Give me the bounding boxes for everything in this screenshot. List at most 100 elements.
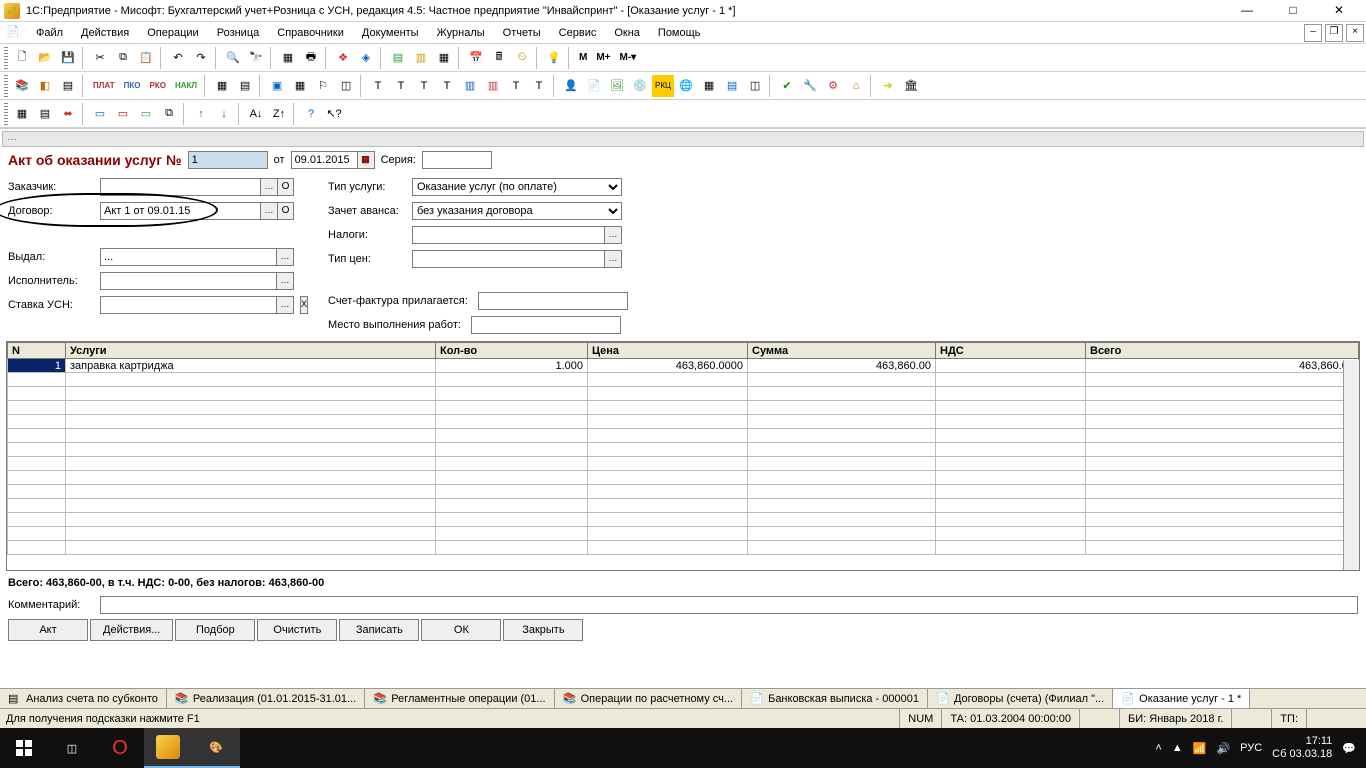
check-icon[interactable]: ✔ [776,75,798,97]
pick-icon[interactable]: … [260,178,278,196]
chevron-up-icon[interactable]: ˄ [1155,742,1161,754]
write-button[interactable]: Записать [339,619,419,641]
lamp-icon[interactable]: 💡 [543,47,565,69]
menu-service[interactable]: Сервис [551,25,605,41]
tool-icon[interactable]: ▤ [234,75,256,97]
lbl-icon[interactable]: ПКО [120,75,145,97]
sortasc-icon[interactable]: A↓ [245,103,267,125]
tab-okazanie[interactable]: 📄Оказание услуг - 1 * [1113,689,1250,708]
menu-operations[interactable]: Операции [139,25,206,41]
dogovor-input[interactable] [100,202,260,220]
wifi-icon[interactable]: 📶 [1193,742,1207,755]
clear-icon[interactable]: О [278,178,294,196]
tipuslugi-select[interactable]: Оказание услуг (по оплате) [412,178,622,196]
schet-input[interactable] [478,292,628,310]
tab-reglament[interactable]: 📚Регламентные операции (01... [365,689,554,708]
t-icon[interactable]: T [413,75,435,97]
date-picker-icon[interactable]: ▦ [357,151,375,169]
tab-analysis[interactable]: ▤Анализ счета по субконто [0,689,167,708]
mdi-minimize[interactable]: – [1304,24,1322,42]
menu-windows[interactable]: Окна [606,25,648,41]
clear-button[interactable]: Очистить [257,619,337,641]
new-icon[interactable]: 🗋 [11,47,33,69]
zakazchik-input[interactable] [100,178,260,196]
start-button[interactable] [0,728,48,768]
doc-icon[interactable]: 📄 [583,75,605,97]
cut-icon[interactable]: ✂ [89,47,111,69]
doc-number-input[interactable] [188,151,268,169]
tool-icon[interactable]: ◈ [355,47,377,69]
tab-dogovory[interactable]: 📄Договоры (счета) (Филиал "... [928,689,1113,708]
mdi-close[interactable]: × [1346,24,1364,42]
services-grid[interactable]: N Услуги Кол-во Цена Сумма НДС Всего 1 з… [6,341,1360,571]
date-input[interactable] [291,151,357,169]
1c-task-icon[interactable] [144,728,192,768]
gear-icon[interactable]: ⚙ [822,75,844,97]
pic-icon[interactable]: 🖼 [606,75,628,97]
book-icon[interactable]: 📚 [11,75,33,97]
volume-icon[interactable]: 🔊 [1216,742,1230,755]
notifications-icon[interactable]: 💬 [1342,742,1356,755]
pick-icon[interactable]: … [276,272,294,290]
col-n[interactable]: N [8,343,66,359]
x-button[interactable]: X [300,296,308,314]
disk-icon[interactable]: 💿 [629,75,651,97]
ok-button[interactable]: ОК [421,619,501,641]
col-vat[interactable]: НДС [936,343,1086,359]
tab-operations[interactable]: 📚Операции по расчетному сч... [555,689,743,708]
pick-icon[interactable]: … [604,250,622,268]
tool-icon[interactable]: ▣ [266,75,288,97]
stavka-input[interactable] [100,296,276,314]
menu-directories[interactable]: Справочники [269,25,352,41]
mplus-button[interactable]: M+ [592,47,614,69]
chart-icon[interactable]: ▥ [459,75,481,97]
maximize-button[interactable]: □ [1270,1,1316,21]
tool-icon[interactable]: ◫ [335,75,357,97]
paint-task-icon[interactable]: 🎨 [192,728,240,768]
table-row[interactable]: 1 заправка картриджа 1.000 463,860.0000 … [8,359,1359,373]
tipcen-input[interactable] [412,250,604,268]
pointer-icon[interactable]: ↖? [323,103,345,125]
person-icon[interactable]: 👤 [560,75,582,97]
menu-actions[interactable]: Действия [73,25,137,41]
print-icon[interactable]: 🖶 [300,47,322,69]
copy-icon[interactable]: ⧉ [112,47,134,69]
col-qty[interactable]: Кол-во [436,343,588,359]
up-icon[interactable]: ↑ [190,103,212,125]
arrow-icon[interactable]: ➜ [877,75,899,97]
delrow-icon[interactable]: ▭ [112,103,134,125]
clock-icon[interactable]: ⏲ [511,47,533,69]
tool-icon[interactable]: ▤ [387,47,409,69]
lang-indicator[interactable]: РУС [1240,742,1262,754]
pick-icon[interactable]: … [604,226,622,244]
minimize-button[interactable]: — [1224,1,1270,21]
link-icon[interactable]: ⬌ [57,103,79,125]
menu-reports[interactable]: Отчеты [495,25,549,41]
lbl-icon[interactable]: РКО [146,75,170,97]
col-total[interactable]: Всего [1086,343,1359,359]
col-service[interactable]: Услуги [66,343,436,359]
calendar-icon[interactable]: 📅 [465,47,487,69]
zachet-select[interactable]: без указания договора [412,202,622,220]
sheet-icon[interactable]: ▤ [57,75,79,97]
mdi-restore[interactable]: ❐ [1325,24,1343,42]
actions-button[interactable]: Действия... [90,619,173,641]
tool-icon[interactable]: ▦ [433,47,455,69]
ispolnitel-input[interactable] [100,272,276,290]
series-input[interactable] [422,151,492,169]
mesto-input[interactable] [471,316,621,334]
system-tray[interactable]: ˄ ▲ 📶 🔊 РУС 17:11Сб 03.03.18 💬 [1145,735,1366,761]
grid-icon[interactable]: ▤ [34,103,56,125]
clock[interactable]: 17:11Сб 03.03.18 [1272,735,1332,761]
binoculars-icon[interactable]: 🔭 [245,47,267,69]
opera-icon[interactable]: O [96,728,144,768]
menu-documents[interactable]: Документы [354,25,427,41]
mminus-button[interactable]: M-▾ [616,47,641,69]
clear-icon[interactable]: О [278,202,294,220]
menu-help[interactable]: Помощь [650,25,709,41]
m-button[interactable]: M [575,47,591,69]
open-icon[interactable]: 📂 [34,47,56,69]
network-icon[interactable]: ▲ [1172,742,1183,754]
house-icon[interactable]: 🏛 [900,75,922,97]
globe-icon[interactable]: 🌐 [675,75,697,97]
